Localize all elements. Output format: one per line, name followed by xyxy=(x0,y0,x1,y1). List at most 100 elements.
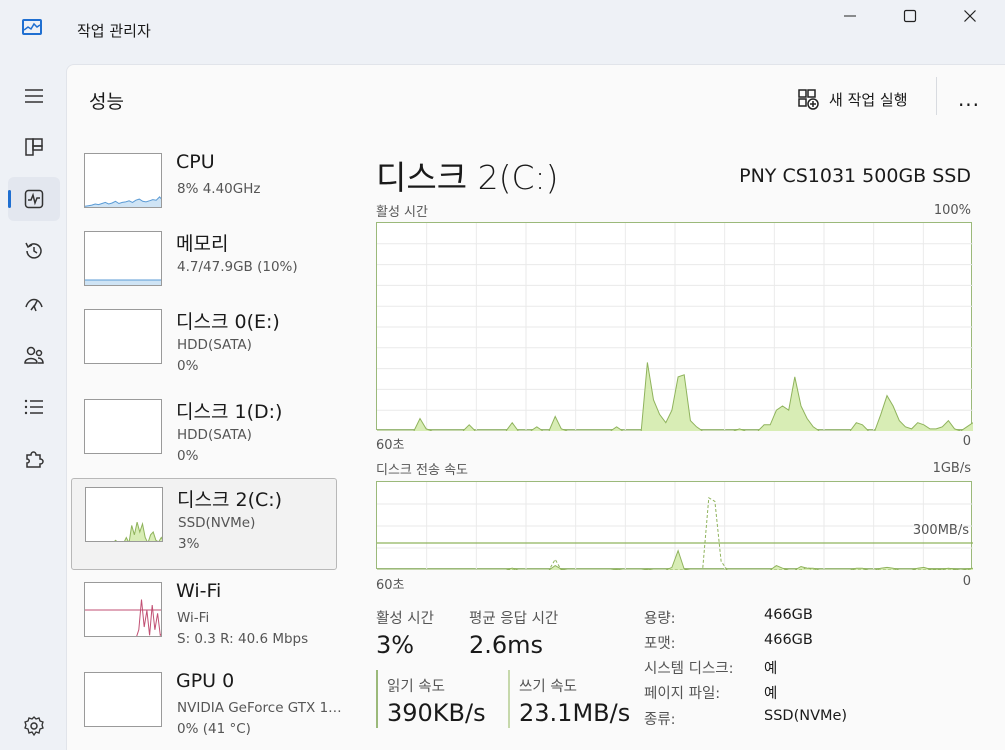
write-speed-label: 쓰기 속도 xyxy=(519,679,577,695)
active-time-graph xyxy=(376,222,973,431)
transfer-graph-left: 60초 xyxy=(376,578,405,593)
device-type: Wi-Fi xyxy=(177,610,210,626)
device-name: 디스크 2(C:) xyxy=(177,489,283,511)
transfer-rate-graph xyxy=(376,481,973,570)
disk2-thumbnail-graph xyxy=(85,487,163,542)
active-time-stat-label: 활성 시간 xyxy=(376,611,434,627)
transfer-graph-right: 0 xyxy=(962,574,971,589)
memory-thumbnail-graph xyxy=(84,231,162,286)
device-gpu[interactable]: GPU 0 NVIDIA GeForce GTX 1… 0% (41 °C) xyxy=(71,664,342,750)
formatted-label: 포맷: xyxy=(644,636,676,652)
nav-startup-apps[interactable] xyxy=(8,281,60,325)
nav-processes[interactable] xyxy=(8,125,60,169)
device-name: CPU xyxy=(176,151,215,173)
disk0-thumbnail-graph xyxy=(84,309,162,364)
active-indicator xyxy=(8,190,11,208)
speedometer-icon xyxy=(25,298,43,312)
device-usage: 0% xyxy=(177,448,199,464)
more-options-button[interactable]: ... xyxy=(951,85,987,113)
device-type: HDD(SATA) xyxy=(177,337,252,353)
puzzle-icon xyxy=(26,451,44,468)
list-icon xyxy=(24,399,43,415)
active-time-graph-max: 100% xyxy=(933,203,971,218)
nav-app-history[interactable] xyxy=(8,229,60,273)
capacity-value: 466GB xyxy=(764,607,813,623)
gear-icon xyxy=(24,716,44,737)
disk-title: 디스크 2(C:) xyxy=(376,158,559,197)
device-name: 메모리 xyxy=(176,233,229,255)
device-usage: 3% xyxy=(178,536,200,552)
device-name: Wi-Fi xyxy=(176,580,222,602)
device-model: NVIDIA GeForce GTX 1… xyxy=(177,700,342,716)
formatted-value: 466GB xyxy=(764,632,813,648)
write-speed-value: 23.1MB/s xyxy=(519,699,631,727)
system-disk-value: 예 xyxy=(764,661,778,677)
history-icon xyxy=(25,242,42,259)
read-speed-label: 읽기 속도 xyxy=(387,679,445,695)
avg-response-value: 2.6ms xyxy=(469,631,544,659)
wifi-thumbnail-graph xyxy=(84,582,162,637)
device-type: HDD(SATA) xyxy=(177,427,252,443)
more-icon: ... xyxy=(957,87,981,111)
device-name: GPU 0 xyxy=(176,670,235,692)
gpu-thumbnail-graph xyxy=(84,672,162,727)
write-speed-indicator xyxy=(508,670,510,728)
title-bar: 작업 관리자 xyxy=(0,0,1005,60)
minimize-button[interactable] xyxy=(820,0,880,32)
type-value: SSD(NVMe) xyxy=(764,708,848,724)
cpu-thumbnail-graph xyxy=(84,153,162,208)
disk1-thumbnail-graph xyxy=(84,399,162,454)
nav-details[interactable] xyxy=(8,385,60,429)
disk-model: PNY CS1031 500GB SSD xyxy=(739,165,971,187)
avg-response-label: 평균 응답 시간 xyxy=(469,611,559,627)
active-time-graph-right: 0 xyxy=(962,434,971,449)
system-disk-label: 시스템 디스크: xyxy=(644,661,734,677)
close-button[interactable] xyxy=(940,0,1000,32)
run-new-task-button[interactable]: 새 작업 실행 xyxy=(797,85,908,113)
device-wifi[interactable]: Wi-Fi Wi-Fi S: 0.3 R: 40.6 Mbps xyxy=(71,574,337,666)
users-icon xyxy=(24,346,44,364)
activity-icon xyxy=(24,189,44,209)
device-usage: 0% (41 °C) xyxy=(177,721,251,737)
new-task-icon xyxy=(798,89,819,110)
toolbar-divider xyxy=(936,77,937,115)
page-file-label: 페이지 파일: xyxy=(644,686,721,702)
device-disk-1[interactable]: 디스크 1(D:) HDD(SATA) 0% xyxy=(71,391,337,483)
active-time-stat-value: 3% xyxy=(376,631,415,659)
capacity-label: 용량: xyxy=(644,611,676,627)
menu-icon xyxy=(25,89,43,103)
maximize-icon xyxy=(903,9,917,23)
page-file-value: 예 xyxy=(764,686,778,702)
hamburger-menu-button[interactable] xyxy=(8,74,60,118)
transfer-graph-max: 1GB/s xyxy=(932,461,971,476)
transfer-ref-label: 300MB/s xyxy=(912,523,969,538)
device-usage: 8% 4.40GHz xyxy=(177,181,261,197)
device-type: SSD(NVMe) xyxy=(178,515,256,531)
main-panel: 성능 새 작업 실행 ... CPU 8% 4.40GHz 메모리 4.7/47… xyxy=(66,64,1005,750)
device-throughput: S: 0.3 R: 40.6 Mbps xyxy=(177,631,309,647)
active-time-graph-label: 활성 시간 xyxy=(376,205,428,220)
device-disk-2[interactable]: 디스크 2(C:) SSD(NVMe) 3% xyxy=(71,478,337,570)
active-time-graph-left: 60초 xyxy=(376,438,405,453)
page-title: 성능 xyxy=(89,91,124,113)
type-label: 종류: xyxy=(644,712,676,728)
nav-services[interactable] xyxy=(8,437,60,481)
window-title: 작업 관리자 xyxy=(77,22,151,40)
task-manager-icon xyxy=(22,19,42,35)
transfer-graph-label: 디스크 전송 속도 xyxy=(376,463,468,478)
read-speed-indicator xyxy=(376,670,378,728)
device-disk-0[interactable]: 디스크 0(E:) HDD(SATA) 0% xyxy=(71,301,337,393)
device-name: 디스크 1(D:) xyxy=(176,401,283,423)
nav-users[interactable] xyxy=(8,333,60,377)
minimize-icon xyxy=(844,15,856,17)
read-speed-value: 390KB/s xyxy=(387,699,486,727)
device-usage: 0% xyxy=(177,358,199,374)
run-new-task-label: 새 작업 실행 xyxy=(829,90,908,109)
grid-icon xyxy=(25,138,43,156)
maximize-button[interactable] xyxy=(880,0,940,32)
device-usage: 4.7/47.9GB (10%) xyxy=(177,259,298,275)
nav-performance[interactable] xyxy=(8,177,60,221)
device-name: 디스크 0(E:) xyxy=(176,311,280,333)
nav-settings[interactable] xyxy=(8,704,60,748)
close-icon xyxy=(964,10,976,22)
